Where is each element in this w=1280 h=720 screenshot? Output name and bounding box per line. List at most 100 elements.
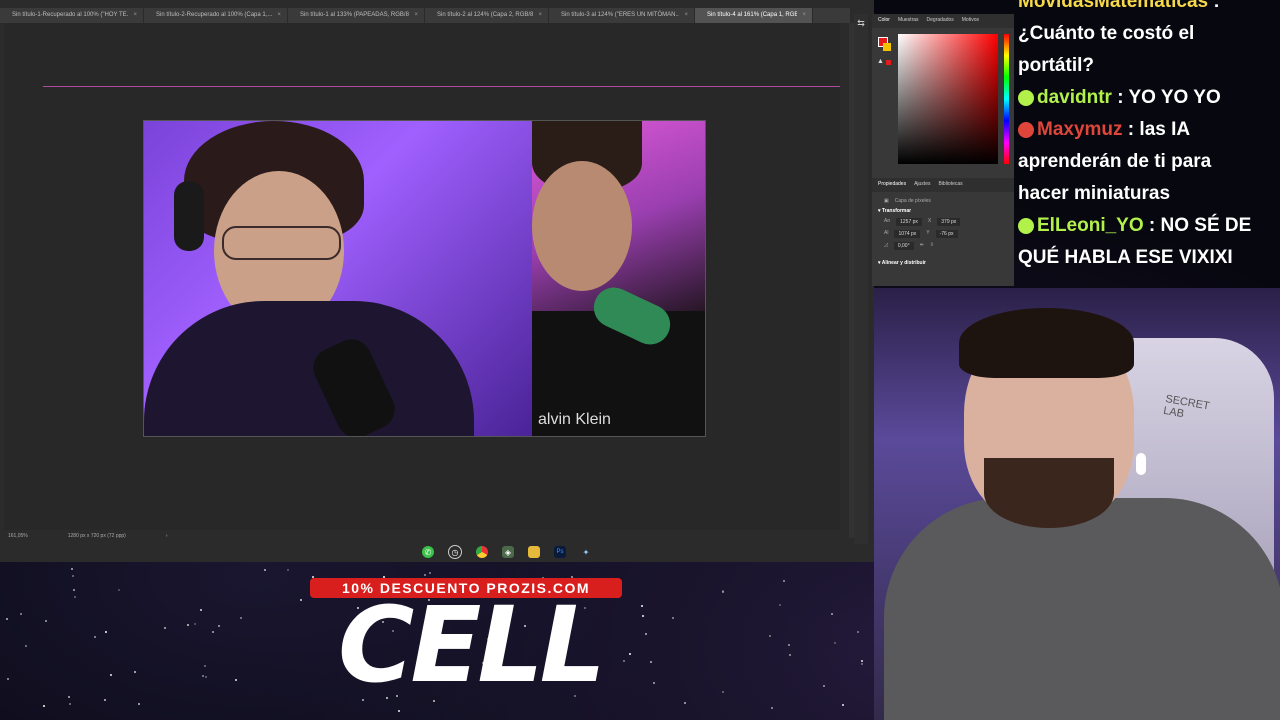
star bbox=[20, 613, 22, 615]
color-picker-field[interactable] bbox=[898, 34, 998, 164]
document-tab[interactable]: Sin título-4 al 161% (Capa 1, RGB/8#) * × bbox=[695, 8, 813, 23]
pixel-layer-icon: ▣ bbox=[884, 198, 889, 204]
document-size: 1280 px x 720 px (72 ppp) bbox=[67, 533, 126, 539]
app-icon[interactable]: ◈ bbox=[502, 546, 514, 558]
star bbox=[429, 572, 431, 574]
close-icon[interactable]: × bbox=[684, 8, 688, 23]
star bbox=[194, 623, 196, 625]
star bbox=[200, 609, 202, 611]
chat-badge-icon bbox=[1018, 89, 1034, 106]
hue-slider[interactable] bbox=[1004, 34, 1009, 164]
document-tab[interactable]: Sin título-2-Recuperado al 100% (Capa 1,… bbox=[144, 8, 288, 23]
document-tab[interactable]: Sin título-2 al 124% (Capa 2, RGB/8... × bbox=[425, 8, 549, 23]
star bbox=[398, 710, 400, 712]
chevron-right-icon[interactable]: › bbox=[166, 533, 168, 539]
document-tab[interactable]: Sin título-1 al 133% (PAPEADAS, RGB/8...… bbox=[288, 8, 425, 23]
zoom-level[interactable]: 161,05% bbox=[8, 533, 28, 539]
properties-panel: Color Muestras Degradados Motivos ▲ Prop… bbox=[872, 14, 1014, 286]
star bbox=[722, 691, 724, 693]
y-input[interactable]: -76 px bbox=[935, 230, 958, 238]
clock-icon[interactable]: ◷ bbox=[448, 545, 462, 559]
chat-line: davidntr : YO YO YO bbox=[1014, 82, 1280, 114]
tab-color[interactable]: Color bbox=[878, 17, 890, 25]
star bbox=[73, 589, 75, 591]
chat-username[interactable]: davidntr bbox=[1037, 87, 1112, 108]
star bbox=[645, 633, 647, 635]
chat-badge-icon bbox=[1018, 121, 1034, 138]
star bbox=[287, 569, 289, 571]
star bbox=[771, 707, 773, 709]
height-label: Al bbox=[884, 230, 889, 236]
tab-bibliotecas[interactable]: Bibliotecas bbox=[938, 181, 962, 189]
angle-input[interactable]: 0,00° bbox=[893, 242, 914, 250]
folder-icon[interactable] bbox=[528, 546, 540, 558]
bird-icon[interactable]: ✦ bbox=[580, 546, 592, 558]
star bbox=[205, 676, 207, 678]
close-icon[interactable]: × bbox=[414, 8, 418, 23]
transform-title[interactable]: ▾ Transformar bbox=[872, 206, 1014, 216]
chat-line: QUÉ HABLA ESE VIXIXI bbox=[1014, 242, 1280, 274]
photoshop-icon[interactable]: Ps bbox=[554, 546, 566, 558]
chevron-down-icon: ▾ bbox=[878, 208, 881, 214]
tab-ajustes[interactable]: Ajustes bbox=[914, 181, 930, 189]
close-icon[interactable]: × bbox=[538, 8, 542, 23]
close-icon[interactable]: × bbox=[133, 8, 137, 23]
panel-toggle-icon[interactable]: ⇆ bbox=[854, 18, 868, 29]
star bbox=[861, 663, 863, 665]
width-input[interactable]: 1257 px bbox=[896, 218, 922, 226]
whatsapp-icon[interactable]: ✆ bbox=[422, 546, 434, 558]
streamer-hair bbox=[959, 308, 1134, 378]
star bbox=[202, 675, 204, 677]
star bbox=[212, 631, 214, 633]
chat-line: Maxymuz : las IA bbox=[1014, 114, 1280, 146]
guide-line[interactable] bbox=[43, 86, 840, 87]
star bbox=[69, 703, 71, 705]
warning-icon[interactable]: ▲ bbox=[877, 58, 884, 65]
chat-username[interactable]: ElLeoni_YO bbox=[1037, 215, 1144, 236]
tab-motivos[interactable]: Motivos bbox=[962, 17, 979, 25]
x-label: X bbox=[927, 218, 932, 224]
star bbox=[134, 671, 136, 673]
background-color-swatch[interactable] bbox=[883, 43, 891, 51]
chrome-icon[interactable] bbox=[476, 546, 488, 558]
color-panel-tabs: Color Muestras Degradados Motivos bbox=[872, 14, 1014, 28]
chat-line: ¿Cuánto te costó el bbox=[1014, 18, 1280, 50]
flip-vertical-icon[interactable]: ⇳ bbox=[930, 242, 934, 250]
stream-chat: MovidasMatematicas : ¿Cuánto te costó el p… bbox=[1014, 0, 1280, 288]
document-tab[interactable]: Sin título-1-Recuperado al 100% ("HOY TE… bbox=[0, 8, 144, 23]
star bbox=[857, 631, 859, 633]
star bbox=[235, 679, 237, 681]
transform-height-row: Al 1074 px Y -76 px bbox=[872, 228, 1014, 240]
transform-width-row: An 1257 px X 379 px bbox=[872, 216, 1014, 228]
document-tab-label: Sin título-2 al 124% (Capa 2, RGB/8... bbox=[437, 12, 534, 18]
close-icon[interactable]: × bbox=[277, 8, 281, 23]
tab-degradados[interactable]: Degradados bbox=[927, 17, 954, 25]
height-input[interactable]: 1074 px bbox=[894, 230, 921, 238]
chat-separator: : bbox=[1111, 87, 1129, 108]
chat-username[interactable]: Maxymuz bbox=[1037, 119, 1123, 140]
headphones bbox=[174, 181, 204, 251]
chat-message: QUÉ HABLA ESE VIXIXI bbox=[1018, 247, 1233, 268]
align-title[interactable]: ▾ Alinear y distribuir bbox=[872, 258, 1014, 268]
tab-muestras[interactable]: Muestras bbox=[898, 17, 919, 25]
layer-type-label: Capa de píxeles bbox=[894, 198, 931, 204]
star bbox=[71, 568, 73, 570]
flip-horizontal-icon[interactable]: ⇹ bbox=[920, 242, 924, 250]
layer-type-row: ▣ Capa de píxeles bbox=[872, 192, 1014, 206]
webcam-feed: SECRET LAB bbox=[874, 288, 1280, 720]
close-icon[interactable]: × bbox=[802, 8, 806, 23]
x-input[interactable]: 379 px bbox=[937, 218, 961, 226]
star bbox=[834, 642, 836, 644]
web-color-swatch[interactable] bbox=[886, 60, 891, 65]
taskbar: ✆ ◷ ◈ Ps ✦ bbox=[422, 544, 612, 560]
star bbox=[779, 604, 781, 606]
chat-username[interactable]: MovidasMatematicas bbox=[1018, 0, 1208, 12]
star bbox=[823, 685, 825, 687]
properties-section: Propiedades Ajustes Bibliotecas ▣ Capa d… bbox=[872, 178, 1014, 286]
chat-separator: : bbox=[1143, 215, 1161, 236]
artboard[interactable]: alvin Klein bbox=[143, 120, 706, 437]
document-tab[interactable]: Sin título-3 al 124% ("ERES UN MITÓMAN..… bbox=[549, 8, 695, 23]
document-tab-label: Sin título-3 al 124% ("ERES UN MITÓMAN..… bbox=[561, 12, 680, 18]
chat-separator: : bbox=[1208, 0, 1220, 12]
tab-propiedades[interactable]: Propiedades bbox=[878, 181, 906, 189]
